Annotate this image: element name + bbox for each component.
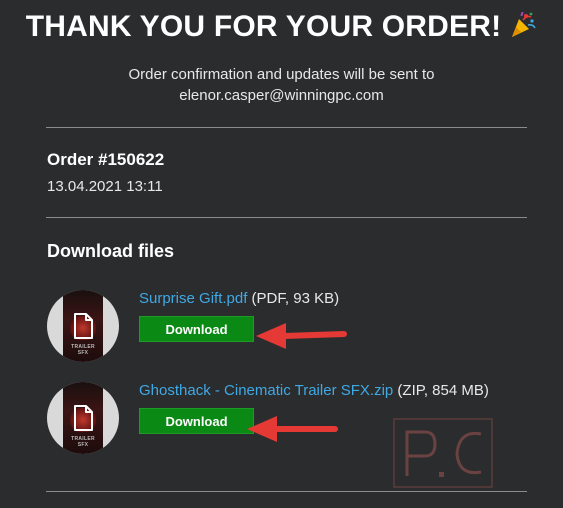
page-title: THANK YOU FOR YOUR ORDER! <box>0 10 563 44</box>
arrow-left-icon <box>256 323 347 349</box>
party-popper-icon <box>512 11 537 37</box>
file-link[interactable]: Surprise Gift.pdf <box>139 290 247 307</box>
file-meta: (PDF, 93 KB) <box>247 290 340 307</box>
confirmation-text: Order confirmation and updates will be s… <box>128 66 435 83</box>
confirmation-message: Order confirmation and updates will be s… <box>0 64 563 106</box>
download-button[interactable]: Download <box>139 316 254 342</box>
arrow-left-icon <box>247 416 338 442</box>
divider-top <box>46 127 527 128</box>
file-info: Ghosthack - Cinematic Trailer SFX.zip (Z… <box>139 382 489 399</box>
watermark-logo <box>393 418 493 488</box>
order-date: 13.04.2021 13:11 <box>47 178 163 195</box>
page-title-text: THANK YOU FOR YOUR ORDER! <box>25 10 502 43</box>
product-cover-text: TRAILER SFX <box>71 436 95 448</box>
product-thumbnail: TRAILER SFX <box>47 290 119 362</box>
file-meta: (ZIP, 854 MB) <box>393 382 489 399</box>
download-button[interactable]: Download <box>139 408 254 434</box>
file-info: Surprise Gift.pdf (PDF, 93 KB) <box>139 290 339 307</box>
download-section-title: Download files <box>47 241 175 261</box>
confirmation-email: elenor.casper@winningpc.com <box>179 87 384 104</box>
product-cover-text: TRAILER SFX <box>71 344 95 356</box>
document-icon <box>74 313 93 339</box>
product-thumbnail: TRAILER SFX <box>47 382 119 454</box>
divider-bottom <box>46 491 527 492</box>
file-link[interactable]: Ghosthack - Cinematic Trailer SFX.zip <box>139 382 393 399</box>
divider-middle <box>46 217 527 218</box>
document-icon <box>74 405 93 431</box>
order-number: Order #150622 <box>47 150 165 169</box>
order-confirmation-page: THANK YOU FOR YOUR ORDER! Order confirma… <box>0 0 563 508</box>
